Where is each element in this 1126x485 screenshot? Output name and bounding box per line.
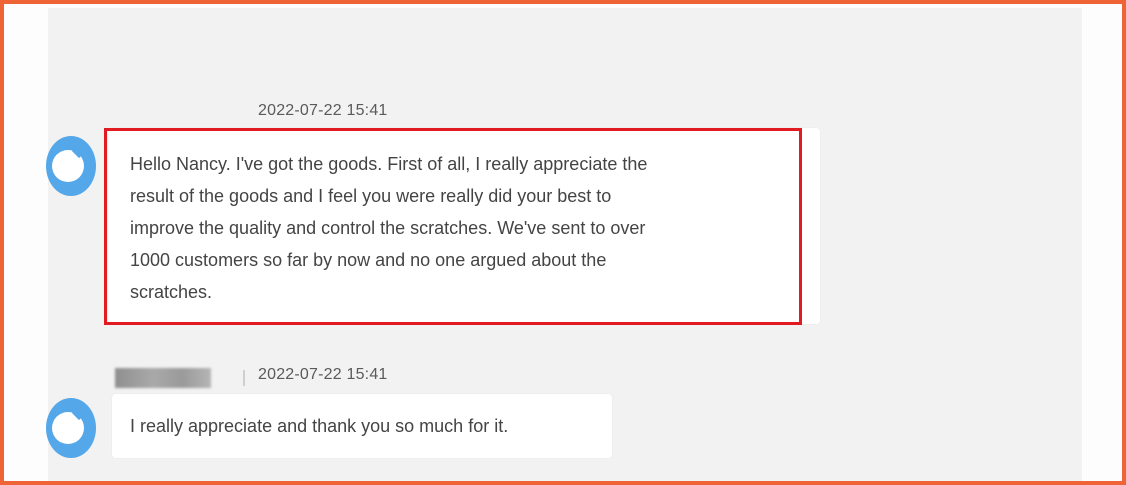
redacted-sender-name	[115, 368, 211, 388]
highlight-box	[104, 128, 802, 325]
message-timestamp: 2022-07-22 15:41	[258, 366, 388, 383]
chat-avatar-icon[interactable]	[46, 136, 96, 196]
message-line: I really appreciate and thank you so muc…	[130, 416, 509, 436]
chat-avatar-icon[interactable]	[46, 398, 96, 458]
message-timestamp: 2022-07-22 15:41	[258, 102, 388, 119]
header-divider	[243, 370, 245, 386]
screenshot-frame: 2022-07-22 15:41 Hello Nancy. I've got t…	[0, 0, 1126, 485]
message-bubble: I really appreciate and thank you so muc…	[112, 394, 612, 458]
message-text: I really appreciate and thank you so muc…	[130, 410, 508, 442]
